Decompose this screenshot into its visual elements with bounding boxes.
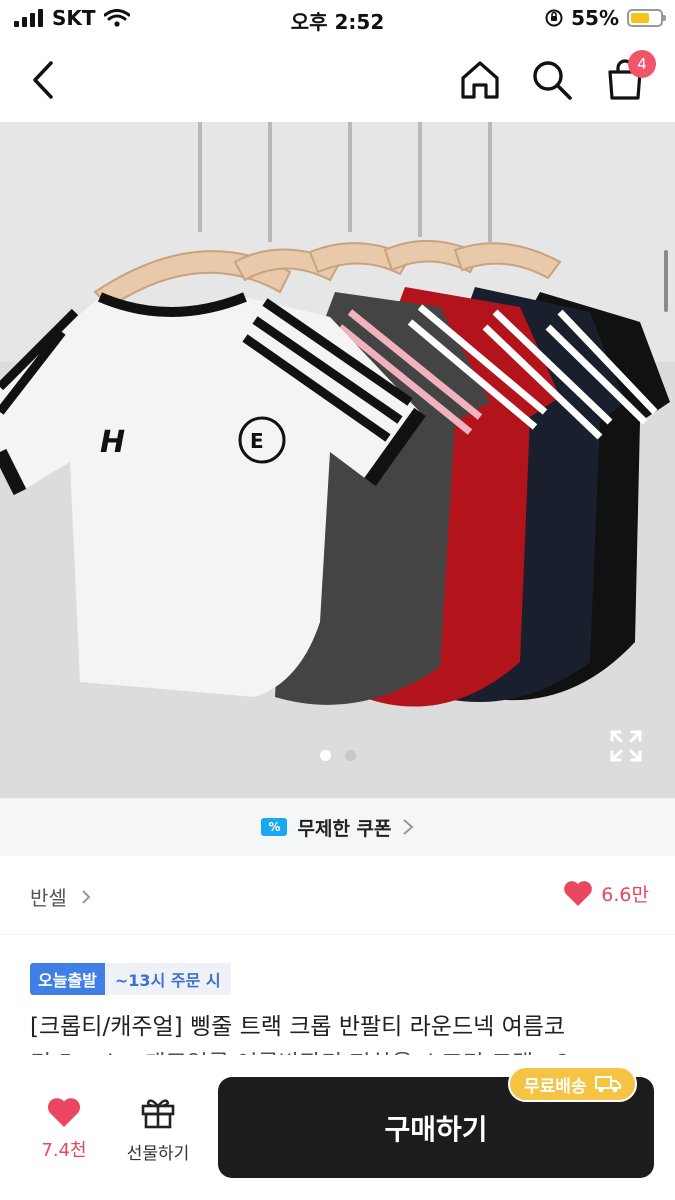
status-bar: SKT 오후 2:52 55%: [0, 0, 675, 40]
gallery-pagination: [0, 750, 675, 761]
home-icon: [461, 61, 499, 99]
svg-text:H: H: [100, 425, 125, 460]
svg-text:E: E: [250, 429, 264, 453]
gift-icon: [141, 1099, 175, 1129]
orientation-lock-icon: [545, 9, 563, 27]
store-name: 반셀: [30, 886, 67, 910]
store-like-count: 6.6만: [601, 884, 649, 906]
like-button[interactable]: 7.4천: [28, 1097, 100, 1162]
chevron-left-icon: [33, 61, 53, 99]
cart-count-badge: 4: [628, 50, 656, 78]
coupon-label: 무제한 쿠폰: [297, 817, 392, 840]
expand-icon: [610, 730, 642, 762]
chevron-right-icon: [82, 889, 91, 904]
search-button[interactable]: [530, 58, 574, 102]
store-link[interactable]: 반셀: [30, 882, 91, 911]
product-photo: H E: [0, 122, 675, 798]
gift-label: 선물하기: [126, 1144, 190, 1164]
store-like-button[interactable]: 6.6만: [563, 880, 649, 907]
coupon-banner[interactable]: % 무제한 쿠폰: [0, 798, 675, 856]
status-right: 55%: [545, 6, 666, 30]
scroll-indicator[interactable]: [664, 250, 668, 312]
free-shipping-badge: 무료배송: [508, 1066, 637, 1102]
same-day-tag: 오늘출발: [30, 963, 105, 995]
coupon-icon: %: [261, 818, 288, 836]
battery-percent: 55%: [571, 6, 619, 30]
free-shipping-label: 무료배송: [524, 1076, 587, 1097]
battery-icon: [627, 9, 666, 27]
truck-icon: [594, 1076, 621, 1093]
order-cutoff-tag: ~13시 주문 시: [104, 963, 231, 995]
home-button[interactable]: [458, 58, 502, 102]
like-count: 7.4천: [41, 1140, 87, 1161]
heart-icon: [564, 881, 593, 906]
gallery-dot-1[interactable]: [319, 750, 331, 761]
shipping-tags: 오늘출발 ~13시 주문 시: [30, 963, 231, 995]
gallery-dot-2[interactable]: [344, 750, 356, 761]
fullscreen-button[interactable]: [608, 728, 644, 768]
gift-button[interactable]: 선물하기: [116, 1095, 200, 1164]
product-image[interactable]: H E: [0, 122, 675, 798]
chevron-right-icon: [402, 819, 414, 835]
search-icon: [533, 61, 572, 100]
back-button[interactable]: [26, 60, 60, 100]
heart-icon: [47, 1098, 81, 1127]
store-row: 반셀 6.6만: [0, 856, 675, 935]
header: 4: [0, 40, 675, 122]
cart-button[interactable]: 4: [604, 50, 656, 102]
